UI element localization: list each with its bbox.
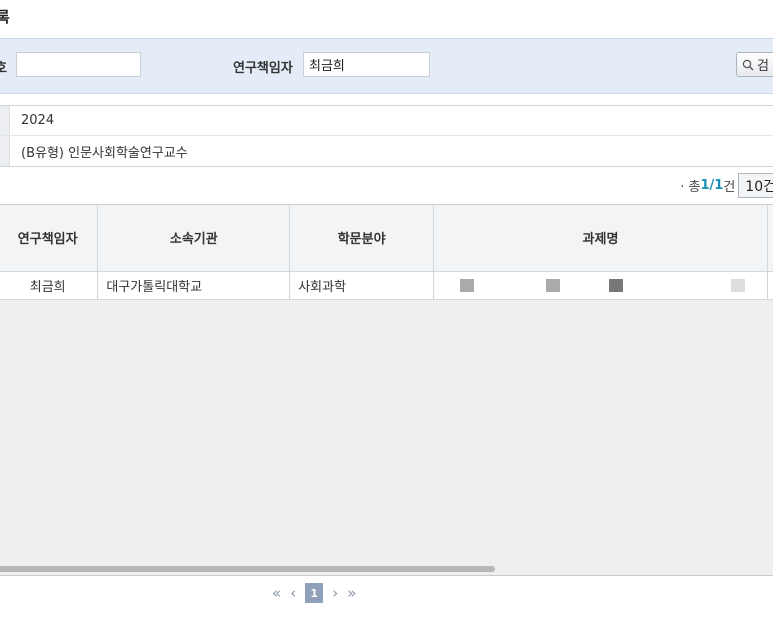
horizontal-scrollbar[interactable] xyxy=(0,566,495,572)
column-header-field[interactable]: 학문분야 xyxy=(289,205,435,272)
search-button[interactable]: 검 xyxy=(736,52,773,77)
task-number-label: 호 xyxy=(0,61,7,76)
next-page-icon[interactable]: › xyxy=(332,584,338,602)
count-current: 1 xyxy=(700,178,710,193)
cell-org: 대구가톨릭대학교 xyxy=(97,271,291,300)
results-grid: 연구책임자 소속기관 학문분야 과제명 최금희 대구가톨릭대학교 사회과학 xyxy=(0,204,773,576)
first-page-icon[interactable]: « xyxy=(272,584,281,602)
search-button-label: 검 xyxy=(757,59,769,74)
pi-label: 연구책임자 xyxy=(233,61,293,76)
cell-pi: 최금희 xyxy=(0,271,99,300)
pagination: « ‹ 1 › » xyxy=(272,583,356,603)
info-box: 2024 (B유형) 인문사회학술연구교수 xyxy=(0,105,773,167)
page-1-button[interactable]: 1 xyxy=(305,583,324,603)
year-value: 2024 xyxy=(21,113,55,128)
info-row-year: 2024 xyxy=(0,106,773,136)
info-row-type: (B유형) 인문사회학술연구교수 xyxy=(0,136,773,166)
cell-title-redacted[interactable] xyxy=(433,271,768,300)
result-count: · 총 1 / 1 건 10건 xyxy=(680,173,773,198)
program-type-value: (B유형) 인문사회학술연구교수 xyxy=(21,145,188,161)
magnifier-icon xyxy=(742,59,754,70)
page-size-select[interactable]: 10건 xyxy=(738,173,773,198)
column-header-title[interactable]: 과제명 xyxy=(433,205,768,272)
cell-field: 사회과학 xyxy=(289,271,435,300)
pi-input[interactable] xyxy=(303,52,430,77)
cell-edge: ㅔ xyxy=(767,271,773,300)
page-title: 록 xyxy=(0,8,10,26)
prev-page-icon[interactable]: ‹ xyxy=(290,584,296,602)
task-number-input[interactable] xyxy=(16,52,141,77)
column-header-org[interactable]: 소속기관 xyxy=(97,205,291,272)
column-header-pi[interactable]: 연구책임자 xyxy=(0,205,99,272)
last-page-icon[interactable]: » xyxy=(347,584,356,602)
count-total: 1 xyxy=(714,178,724,193)
table-row[interactable]: 최금희 대구가톨릭대학교 사회과학 ㅔ xyxy=(0,271,773,300)
search-panel: 호 연구책임자 검 xyxy=(0,38,773,94)
